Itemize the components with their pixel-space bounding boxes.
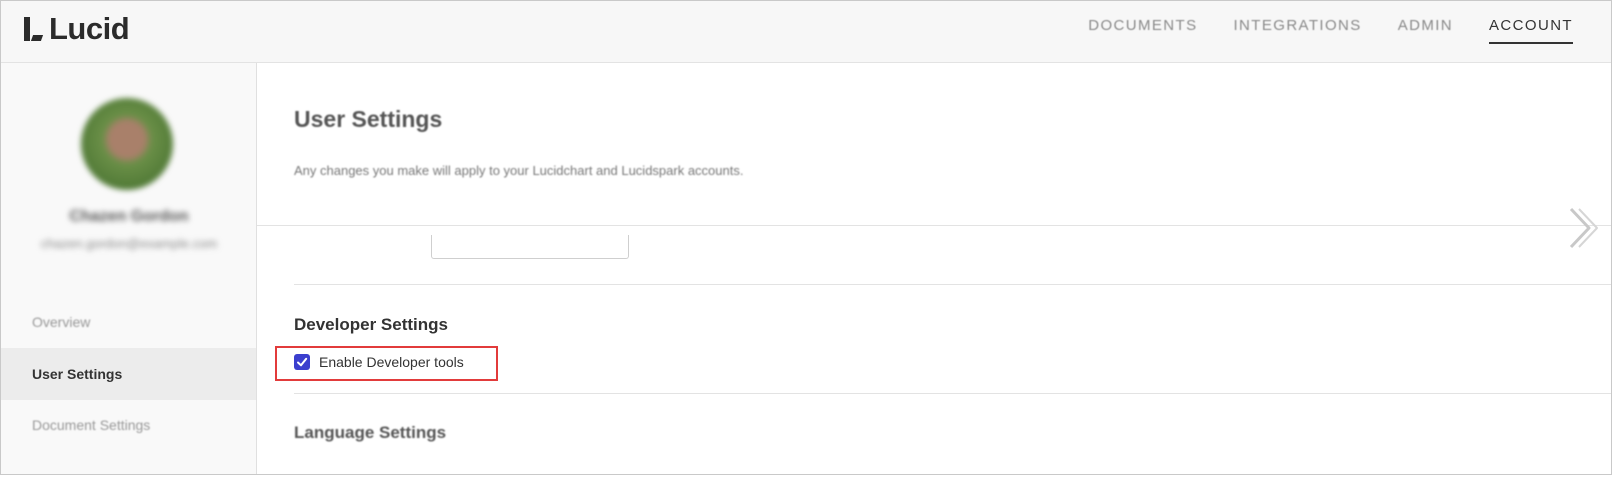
user-email: chazen.gordon@example.com <box>40 236 218 251</box>
sidebar-item-overview[interactable]: Overview <box>1 296 256 348</box>
developer-tools-label: Enable Developer tools <box>319 354 464 370</box>
enable-developer-tools-option[interactable]: Enable Developer tools <box>294 354 464 370</box>
nav-admin[interactable]: ADMIN <box>1398 17 1453 44</box>
sidebar-item-document-settings[interactable]: Document Settings <box>1 399 256 451</box>
page-title: User Settings <box>294 106 443 132</box>
logo-text: Lucid <box>49 11 130 46</box>
partial-input-field[interactable] <box>431 235 629 259</box>
nav-account[interactable]: ACCOUNT <box>1489 17 1573 44</box>
page-subtitle: Any changes you make will apply to your … <box>294 163 744 178</box>
top-bar: Lucid DOCUMENTS INTEGRATIONS ADMIN ACCOU… <box>1 1 1611 63</box>
section-divider <box>294 393 1611 394</box>
language-settings-title: Language Settings <box>294 423 447 442</box>
app-window: Lucid DOCUMENTS INTEGRATIONS ADMIN ACCOU… <box>0 0 1612 475</box>
nav-integrations[interactable]: INTEGRATIONS <box>1233 17 1361 44</box>
user-name: Chazen Gordon <box>69 208 189 225</box>
sidebar: Chazen Gordon chazen.gordon@example.com … <box>1 63 257 474</box>
avatar <box>81 98 173 190</box>
checkmark-icon <box>297 357 308 367</box>
developer-settings-title: Developer Settings <box>294 315 448 334</box>
top-navigation: DOCUMENTS INTEGRATIONS ADMIN ACCOUNT <box>1088 17 1573 44</box>
chevron-right-icon[interactable] <box>1565 203 1601 253</box>
main-content: User Settings Any changes you make will … <box>257 63 1611 474</box>
lucid-logo[interactable]: Lucid <box>22 11 130 46</box>
section-divider <box>294 284 1611 285</box>
lucid-logo-icon <box>22 15 44 43</box>
sidebar-item-user-settings[interactable]: User Settings <box>1 348 256 400</box>
developer-tools-checkbox[interactable] <box>294 354 310 370</box>
header-divider <box>257 225 1611 226</box>
nav-documents[interactable]: DOCUMENTS <box>1088 17 1197 44</box>
